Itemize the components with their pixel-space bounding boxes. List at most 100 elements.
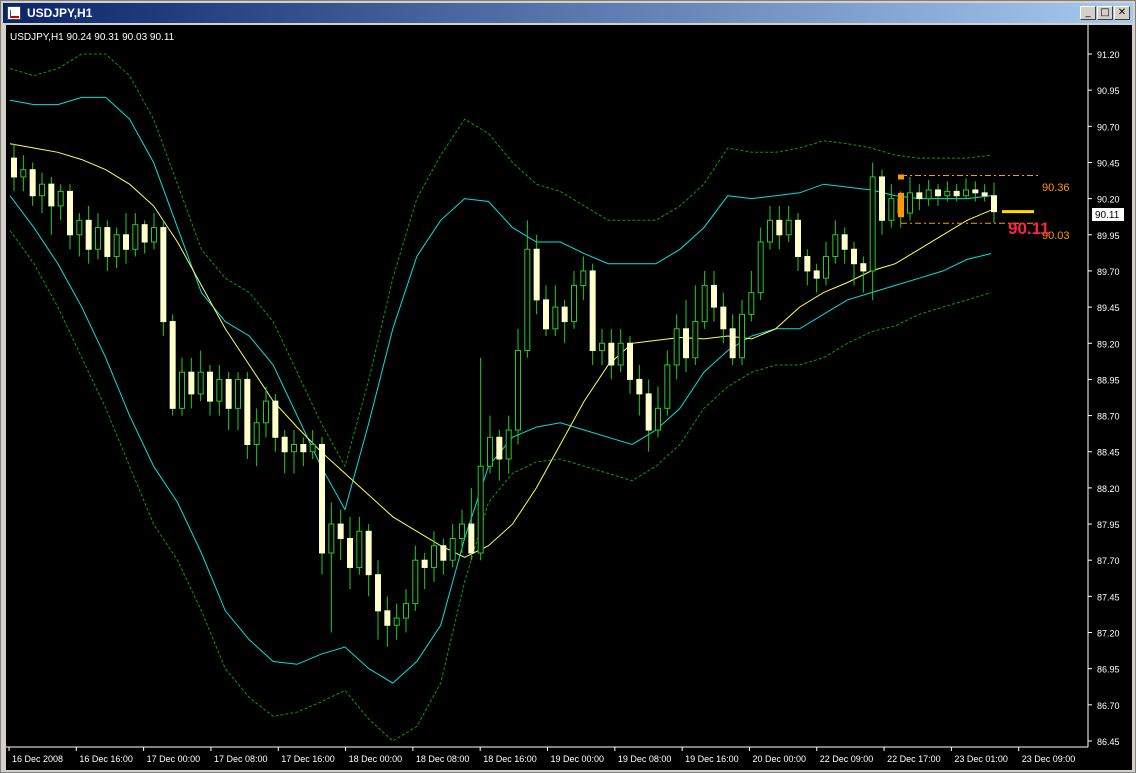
price-tick-label: 86.70: [1097, 701, 1120, 711]
candle-body: [748, 292, 755, 315]
title-bar[interactable]: USDJPY,H1 _ □ ✕: [3, 3, 1133, 23]
candle-body: [991, 195, 997, 213]
candle-body: [76, 219, 83, 236]
candle-body: [319, 444, 325, 554]
candle-body: [272, 400, 279, 438]
candle-body: [505, 429, 512, 460]
big-price-label: 90.11: [1008, 219, 1050, 238]
candle-body: [328, 523, 335, 554]
candle-body: [580, 270, 587, 286]
fib-high-label: 90.36: [1042, 182, 1070, 194]
price-tick-label: 88.95: [1097, 375, 1120, 385]
candle-body: [104, 227, 111, 257]
candle-body: [449, 538, 456, 561]
candle-body: [95, 227, 101, 250]
candle-body: [11, 157, 17, 178]
candle-body: [487, 436, 493, 467]
candle-body: [757, 241, 764, 294]
time-tick-label: 16 Dec 2008: [12, 754, 63, 764]
candle-body: [636, 378, 643, 395]
time-tick-label: 16 Dec 16:00: [79, 754, 133, 764]
price-chart[interactable]: 91.20 90.95 90.70 90.45 90.20 89.95 89.70 89.45…: [6, 25, 1132, 770]
time-tick-label: 22 Dec 17:00: [887, 754, 941, 764]
chart-window-icon[interactable]: [7, 6, 21, 20]
candle-body: [981, 192, 988, 197]
candle-body: [645, 393, 652, 431]
candle-body: [935, 189, 941, 197]
candle-body: [832, 234, 839, 257]
price-tick-label: 86.45: [1097, 737, 1120, 747]
candle-body: [20, 169, 27, 178]
candle-body: [767, 219, 773, 243]
candle-body: [953, 190, 960, 197]
chart-window: USDJPY,H1 _ □ ✕ 91.20 90.95 90.70 90.45 90.2…: [0, 0, 1136, 773]
candle-body: [347, 538, 353, 568]
candle-body: [207, 371, 213, 402]
price-tick-label: 90.45: [1097, 158, 1120, 168]
candle-body: [729, 328, 736, 359]
candle-body: [804, 255, 811, 272]
candle-body: [860, 263, 867, 272]
candle-body: [496, 436, 503, 460]
maximize-button[interactable]: □: [1097, 6, 1113, 20]
time-tick-label: 23 Dec 01:00: [954, 754, 1008, 764]
price-tick-label: 87.45: [1097, 592, 1120, 602]
candle-body: [48, 183, 55, 207]
candle-body: [235, 378, 241, 409]
candle-body: [300, 444, 307, 453]
candle-body: [655, 407, 661, 431]
candle-body: [916, 192, 923, 200]
candle-body: [869, 176, 876, 272]
candle-body: [599, 342, 605, 351]
close-button[interactable]: ✕: [1114, 6, 1130, 20]
candle-body: [281, 436, 288, 453]
candle-body: [608, 342, 615, 366]
candle-body: [57, 190, 64, 207]
price-tick-label: 91.20: [1097, 50, 1120, 60]
candle-body: [888, 198, 895, 221]
candle-body: [701, 284, 708, 323]
candle-body: [384, 610, 391, 626]
candle-body: [160, 227, 167, 323]
time-tick-label: 17 Dec 00:00: [147, 754, 201, 764]
candle-body: [739, 313, 745, 359]
time-tick-label: 19 Dec 16:00: [685, 754, 739, 764]
window-title: USDJPY,H1: [27, 6, 93, 20]
candle-body: [141, 224, 148, 243]
price-tick-label: 87.95: [1097, 520, 1120, 530]
candle-body: [39, 183, 45, 197]
price-tick-label: 88.45: [1097, 448, 1120, 458]
time-tick-label: 22 Dec 09:00: [820, 754, 874, 764]
current-price-label: 90.11: [1095, 210, 1120, 221]
candle-body: [533, 248, 540, 301]
candle-body: [85, 219, 92, 250]
chart-canvas[interactable]: 91.20 90.95 90.70 90.45 90.20 89.95 89.70 89.45…: [6, 25, 1132, 770]
candle-body: [813, 270, 820, 279]
price-tick-label: 90.20: [1097, 195, 1120, 205]
candle-body: [477, 465, 484, 554]
candle-body: [197, 371, 204, 395]
fib-high-marker: [898, 174, 904, 180]
candle-body: [440, 545, 447, 561]
price-tick-label: 87.70: [1097, 556, 1120, 566]
candle-body: [963, 189, 969, 197]
candle-body: [720, 306, 727, 330]
candle-body: [972, 189, 979, 194]
candle-body: [113, 234, 120, 257]
candle-body: [412, 559, 419, 605]
fib-range-marker: [898, 192, 904, 218]
candle-body: [589, 270, 596, 351]
candle-body: [179, 371, 185, 409]
time-tick-label: 18 Dec 00:00: [349, 754, 403, 764]
minimize-button[interactable]: _: [1080, 6, 1096, 20]
candle-body: [468, 523, 475, 554]
candle-body: [543, 299, 549, 330]
time-tick-label: 20 Dec 00:00: [752, 754, 806, 764]
candle-body: [673, 328, 680, 366]
time-tick-label: 23 Dec 09:00: [1022, 754, 1076, 764]
candle-body: [776, 219, 783, 236]
candle-body: [244, 378, 251, 446]
candle-body: [925, 189, 932, 200]
price-tick-label: 88.70: [1097, 412, 1120, 422]
candle-body: [944, 190, 951, 197]
